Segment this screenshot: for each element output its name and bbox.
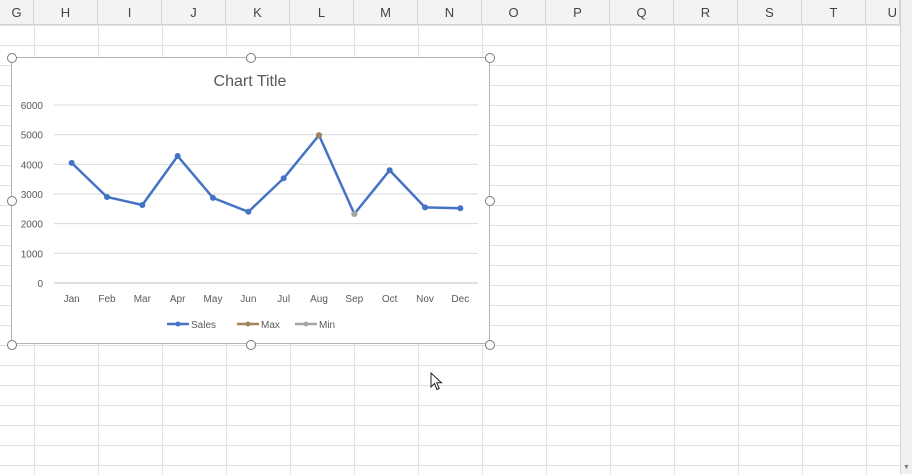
data-point-sales — [245, 208, 252, 215]
column-header-row: G H I J K L M N O P Q R S T U — [0, 0, 900, 25]
x-tick-label: May — [204, 294, 223, 305]
x-tick-label: Aug — [310, 294, 328, 305]
y-tick-label: 0 — [37, 279, 43, 290]
column-header-l[interactable]: L — [290, 0, 354, 25]
legend-marker-min — [303, 321, 309, 327]
chart-title: Chart Title — [214, 73, 287, 90]
data-point-sales — [280, 175, 287, 182]
legend-label-sales: Sales — [191, 320, 216, 331]
column-header-s[interactable]: S — [738, 0, 802, 25]
y-tick-label: 3000 — [21, 190, 44, 201]
y-tick-label: 1000 — [21, 249, 44, 260]
y-tick-label: 6000 — [21, 101, 44, 112]
y-tick-label: 4000 — [21, 160, 44, 171]
x-tick-label: Sep — [345, 294, 363, 305]
resize-handle-bottom-left[interactable] — [7, 340, 17, 350]
data-point-sales — [210, 194, 216, 201]
resize-handle-bottom-right[interactable] — [485, 340, 495, 350]
scroll-down-arrow-icon[interactable]: ▼ — [903, 464, 910, 472]
x-tick-label: Jan — [64, 294, 80, 305]
column-header-j[interactable]: J — [162, 0, 226, 25]
column-header-p[interactable]: P — [546, 0, 610, 25]
data-point-max — [316, 132, 322, 139]
data-point-min — [351, 210, 358, 217]
column-header-m[interactable]: M — [354, 0, 418, 25]
mouse-pointer-icon — [430, 372, 443, 391]
legend-label-max: Max — [261, 320, 280, 331]
y-tick-label: 5000 — [21, 131, 44, 142]
resize-handle-top-center[interactable] — [246, 53, 256, 63]
data-point-sales — [104, 193, 110, 200]
column-header-i[interactable]: I — [98, 0, 162, 25]
line-chart[interactable]: Chart Title 0 1000 2000 3000 4000 5000 6000 Jan F… — [11, 57, 490, 344]
resize-handle-top-left[interactable] — [7, 53, 17, 63]
column-header-o[interactable]: O — [482, 0, 546, 25]
data-point-sales — [139, 201, 146, 208]
series-line-sales — [70, 134, 461, 216]
resize-handle-top-right[interactable] — [485, 53, 495, 63]
resize-handle-middle-right[interactable] — [485, 196, 495, 206]
data-point-sales — [422, 204, 428, 211]
data-point-sales — [174, 153, 181, 160]
x-tick-label: Apr — [170, 294, 186, 305]
y-tick-label: 2000 — [21, 220, 44, 231]
legend-marker-max — [245, 321, 251, 327]
x-tick-label: Nov — [416, 294, 434, 305]
data-point-sales — [386, 167, 393, 174]
legend-marker-sales — [175, 321, 181, 327]
resize-handle-middle-left[interactable] — [7, 196, 17, 206]
column-header-u[interactable]: U — [866, 0, 900, 25]
column-header-q[interactable]: Q — [610, 0, 674, 25]
column-header-g[interactable]: G — [0, 0, 34, 25]
column-header-t[interactable]: T — [802, 0, 866, 25]
x-tick-label: Jul — [277, 294, 290, 305]
x-tick-label: Feb — [98, 294, 116, 305]
x-tick-label: Dec — [451, 294, 469, 305]
data-point-sales — [68, 159, 75, 166]
column-header-r[interactable]: R — [674, 0, 738, 25]
column-header-k[interactable]: K — [226, 0, 290, 25]
column-header-h[interactable]: H — [34, 0, 98, 25]
x-tick-label: Mar — [134, 294, 152, 305]
resize-handle-bottom-center[interactable] — [246, 340, 256, 350]
column-header-n[interactable]: N — [418, 0, 482, 25]
x-tick-label: Jun — [240, 294, 256, 305]
legend-label-min: Min — [319, 320, 335, 331]
x-tick-label: Oct — [382, 294, 398, 305]
chart-canvas: Chart Title 0 1000 2000 3000 4000 5000 6000 Jan F… — [21, 73, 478, 331]
data-point-sales — [457, 205, 464, 212]
vertical-scrollbar[interactable]: ▼ — [900, 0, 912, 474]
